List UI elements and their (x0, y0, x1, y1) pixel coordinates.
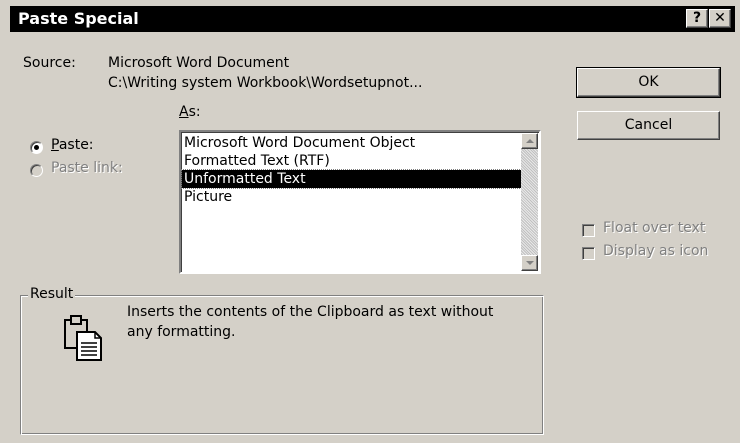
list-item[interactable]: Picture (182, 188, 521, 206)
result-group-label: Result (28, 286, 76, 302)
source-name: Microsoft Word Document (108, 55, 290, 71)
window-title: Paste Special (18, 9, 139, 28)
result-description-line2: any formatting. (127, 324, 236, 340)
as-format-listbox[interactable]: Microsoft Word Document Object Formatted… (179, 130, 541, 274)
cancel-button[interactable]: Cancel (577, 111, 720, 140)
arrow-up-icon (526, 139, 534, 143)
vertical-scrollbar[interactable] (521, 133, 538, 271)
help-button[interactable]: ? (686, 9, 708, 28)
list-item-selected[interactable]: Unformatted Text (181, 169, 522, 189)
source-path: C:\Writing system Workbook\Wordsetupnot.… (108, 75, 423, 91)
display-as-icon-label[interactable]: Display as icon (603, 243, 708, 259)
paste-radio[interactable] (30, 141, 43, 154)
ok-button[interactable]: OK (576, 67, 721, 98)
float-over-text-checkbox[interactable] (582, 224, 595, 237)
as-label: As: (179, 104, 201, 120)
title-bar[interactable]: Paste Special ? ✕ (10, 6, 735, 32)
paste-radio-label[interactable]: Paste: (51, 137, 94, 153)
result-description-line1: Inserts the contents of the Clipboard as… (127, 304, 494, 320)
display-as-icon-checkbox[interactable] (582, 247, 595, 260)
scroll-down-button[interactable] (521, 255, 538, 271)
paste-special-dialog: Paste Special ? ✕ Source: Microsoft Word… (0, 0, 740, 443)
float-over-text-label[interactable]: Float over text (603, 220, 705, 236)
source-label: Source: (23, 55, 76, 71)
arrow-down-icon (526, 261, 534, 265)
paste-link-label[interactable]: Paste link: (51, 160, 123, 176)
list-item[interactable]: Formatted Text (RTF) (182, 152, 521, 170)
close-button[interactable]: ✕ (709, 9, 731, 28)
paste-link-radio[interactable] (30, 164, 43, 177)
list-item[interactable]: Microsoft Word Document Object (182, 134, 521, 152)
scroll-up-button[interactable] (521, 133, 538, 149)
clipboard-paste-icon (64, 315, 102, 361)
